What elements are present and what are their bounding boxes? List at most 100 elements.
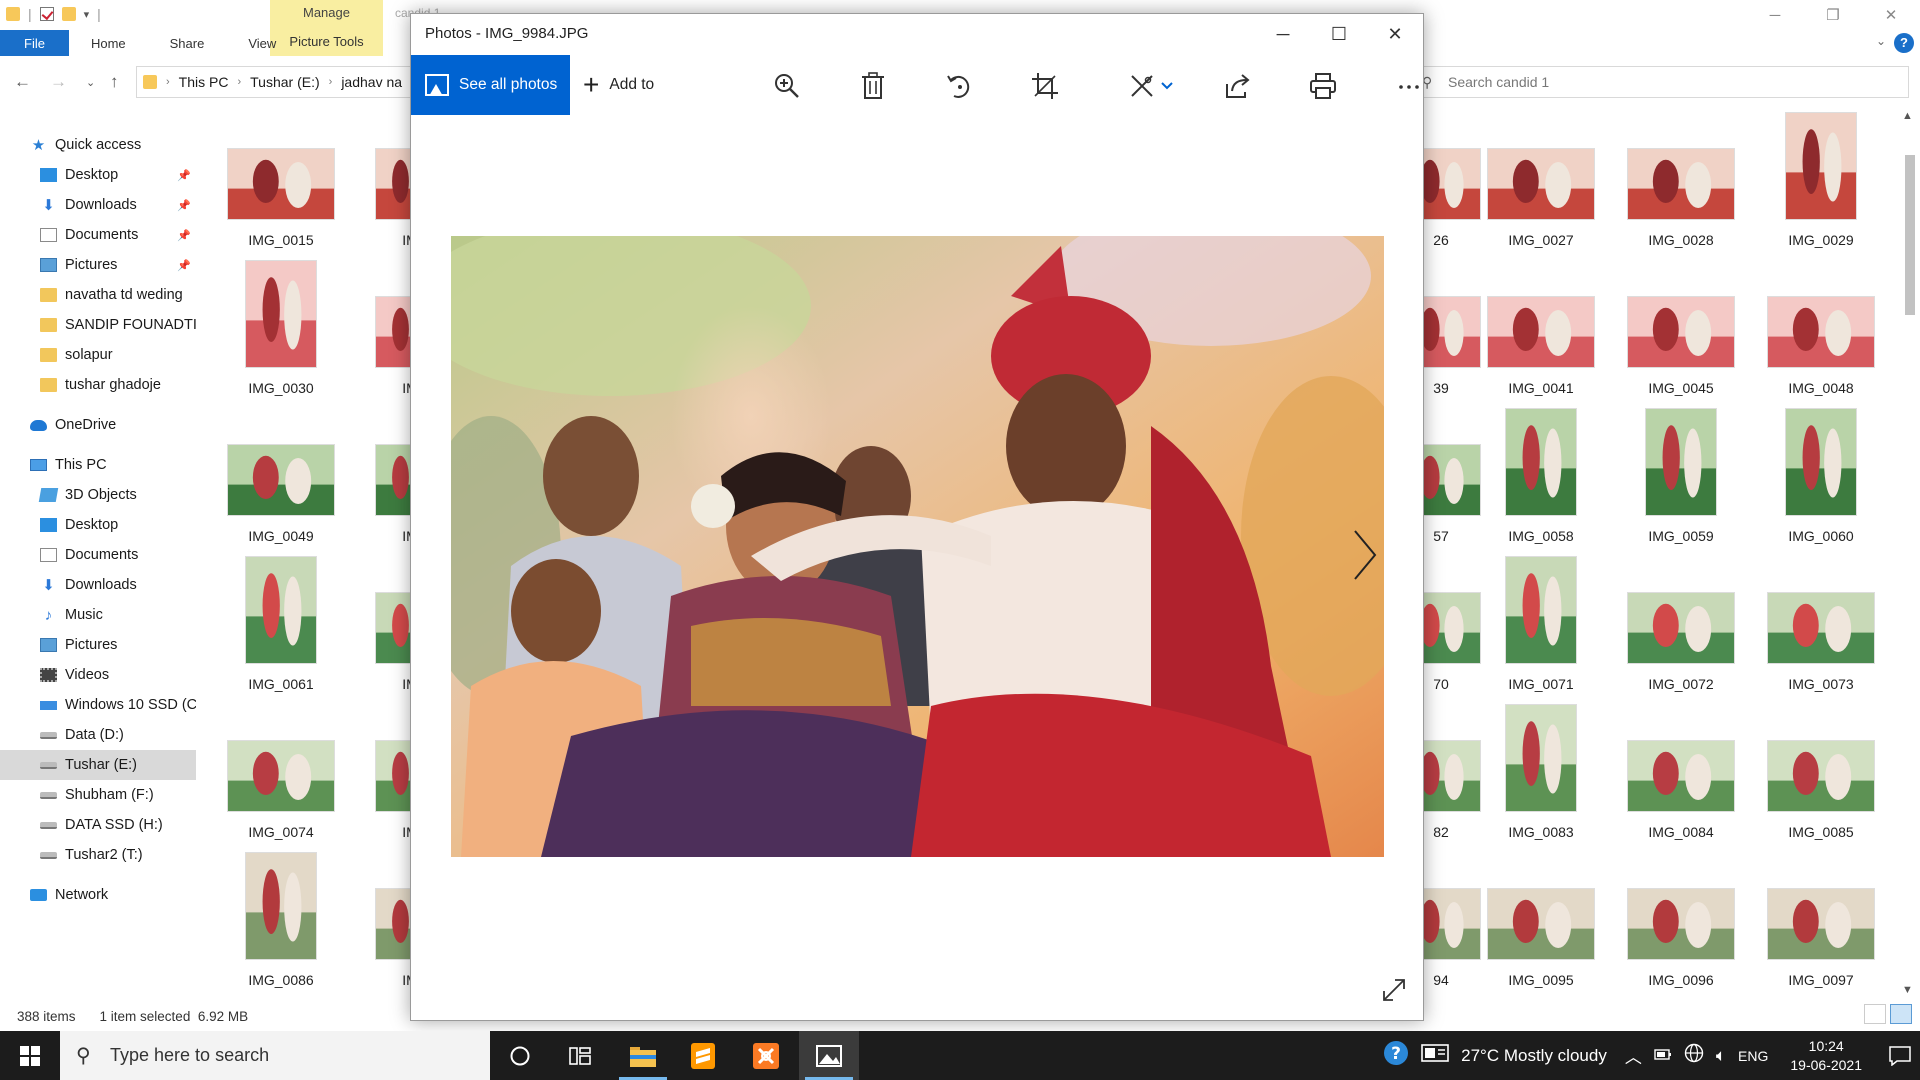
- file-thumbnail[interactable]: IMG_0086: [216, 852, 346, 988]
- file-thumbnail[interactable]: IMG_0071: [1476, 556, 1606, 692]
- tab-share[interactable]: Share: [148, 30, 227, 56]
- nav-pictures[interactable]: Pictures: [0, 630, 196, 660]
- forward-icon[interactable]: →: [50, 72, 67, 92]
- nav-drive-f[interactable]: Shubham (F:): [0, 780, 196, 810]
- nav-qa-tushar-ghadoje[interactable]: tushar ghadoje: [0, 370, 196, 400]
- file-thumbnail[interactable]: IMG_0030: [216, 260, 346, 396]
- search-input[interactable]: ⚲ Search candid 1: [1413, 66, 1909, 98]
- nav-qa-sandip[interactable]: SANDIP FOUNADTI(: [0, 310, 196, 340]
- crop-icon[interactable]: [1030, 71, 1060, 101]
- address-bar[interactable]: › This PC › Tushar (E:) › jadhav na: [136, 66, 416, 98]
- share-icon[interactable]: [1222, 71, 1252, 101]
- delete-icon[interactable]: [858, 71, 888, 101]
- file-thumbnail[interactable]: IMG_0097: [1756, 860, 1886, 988]
- file-thumbnail[interactable]: IMG_0061: [216, 556, 346, 692]
- nav-documents[interactable]: Documents: [0, 540, 196, 570]
- restore-icon[interactable]: ❐: [1804, 0, 1862, 30]
- nav-drive-e[interactable]: Tushar (E:): [0, 750, 196, 780]
- customize-qat-icon[interactable]: ▾: [84, 8, 90, 21]
- file-thumbnail[interactable]: IMG_0060: [1756, 408, 1886, 544]
- task-view-icon[interactable]: [550, 1031, 610, 1080]
- file-thumbnail[interactable]: IMG_0045: [1616, 268, 1746, 396]
- explorer-vertical-scrollbar[interactable]: ▲ ▼: [1900, 110, 1918, 1000]
- file-thumbnail[interactable]: IMG_0073: [1756, 564, 1886, 692]
- large-icons-view-icon[interactable]: [1890, 1004, 1912, 1024]
- tab-file[interactable]: File: [0, 30, 69, 56]
- rotate-icon[interactable]: [944, 71, 974, 101]
- scroll-up-icon[interactable]: ▲: [1902, 110, 1913, 122]
- nav-drive-t[interactable]: Tushar2 (T:): [0, 840, 196, 870]
- close-icon[interactable]: ✕: [1367, 14, 1423, 54]
- add-to-button[interactable]: + Add to: [583, 55, 654, 115]
- breadcrumb-drive[interactable]: Tushar (E:): [250, 74, 320, 90]
- taskbar-search-box[interactable]: ⚲ Type here to search: [60, 1031, 490, 1080]
- photos-taskbar-icon[interactable]: [799, 1031, 859, 1080]
- scroll-down-icon[interactable]: ▼: [1902, 984, 1913, 996]
- help-tips-icon[interactable]: ?: [1383, 1040, 1409, 1071]
- file-thumbnail[interactable]: IMG_0059: [1616, 408, 1746, 544]
- nav-quick-access[interactable]: ★ Quick access: [0, 130, 196, 160]
- back-icon[interactable]: ←: [14, 72, 31, 92]
- file-thumbnail[interactable]: IMG_0095: [1476, 860, 1606, 988]
- nav-qa-desktop[interactable]: Desktop 📌: [0, 160, 196, 190]
- nav-desktop[interactable]: Desktop: [0, 510, 196, 540]
- zoom-in-icon[interactable]: [772, 71, 802, 101]
- language-indicator[interactable]: ENG: [1738, 1048, 1768, 1064]
- file-thumbnail[interactable]: IMG_0029: [1756, 112, 1886, 248]
- file-thumbnail[interactable]: IMG_0028: [1616, 120, 1746, 248]
- file-thumbnail[interactable]: IMG_0096: [1616, 860, 1746, 988]
- clock[interactable]: 10:24 19-06-2021: [1790, 1037, 1862, 1075]
- maximize-icon[interactable]: ☐: [1311, 14, 1367, 54]
- nav-drive-h[interactable]: DATA SSD (H:): [0, 810, 196, 840]
- nav-qa-navatha[interactable]: navatha td weding: [0, 280, 196, 310]
- displayed-photo[interactable]: [451, 236, 1384, 857]
- sublime-text-icon[interactable]: [673, 1031, 733, 1080]
- nav-onedrive[interactable]: OneDrive: [0, 410, 196, 440]
- expand-ribbon-icon[interactable]: ⌄: [1876, 34, 1886, 48]
- breadcrumb-folder[interactable]: jadhav na: [341, 74, 402, 90]
- nav-3d-objects[interactable]: 3D Objects: [0, 480, 196, 510]
- details-view-icon[interactable]: [1864, 1004, 1886, 1024]
- minimize-icon[interactable]: ─: [1255, 14, 1311, 54]
- file-thumbnail[interactable]: IMG_0072: [1616, 564, 1746, 692]
- show-hidden-icons-icon[interactable]: ︿: [1625, 1043, 1642, 1068]
- file-thumbnail[interactable]: IMG_0041: [1476, 268, 1606, 396]
- edit-dropdown-chevron-icon[interactable]: [1159, 71, 1175, 101]
- print-icon[interactable]: [1308, 71, 1338, 101]
- nav-downloads[interactable]: ⬇ Downloads: [0, 570, 196, 600]
- file-thumbnail[interactable]: IMG_0074: [216, 712, 346, 840]
- file-thumbnail[interactable]: IMG_0083: [1476, 704, 1606, 840]
- more-icon[interactable]: [1394, 71, 1424, 101]
- new-folder-icon[interactable]: [61, 7, 76, 21]
- tab-home[interactable]: Home: [69, 30, 148, 56]
- next-photo-chevron-icon[interactable]: [1349, 525, 1379, 585]
- weather-icon[interactable]: [1421, 1043, 1449, 1068]
- breadcrumb-this-pc[interactable]: This PC: [179, 74, 229, 90]
- nav-drive-c[interactable]: Windows 10 SSD (C: [0, 690, 196, 720]
- file-thumbnail[interactable]: IMG_0027: [1476, 120, 1606, 248]
- file-thumbnail[interactable]: IMG_0084: [1616, 712, 1746, 840]
- minimize-icon[interactable]: ─: [1746, 0, 1804, 30]
- nav-network[interactable]: Network: [0, 880, 196, 910]
- folder-icon[interactable]: [6, 7, 20, 21]
- fullscreen-icon[interactable]: [1381, 977, 1407, 1003]
- cortana-icon[interactable]: [490, 1031, 550, 1080]
- file-thumbnail[interactable]: IMG_0048: [1756, 268, 1886, 396]
- nav-qa-downloads[interactable]: ⬇ Downloads 📌: [0, 190, 196, 220]
- nav-this-pc[interactable]: This PC: [0, 450, 196, 480]
- tab-picture-tools[interactable]: Picture Tools: [270, 34, 383, 49]
- nav-videos[interactable]: Videos: [0, 660, 196, 690]
- xampp-icon[interactable]: [736, 1031, 796, 1080]
- volume-icon[interactable]: 🔈︎: [1716, 1046, 1726, 1066]
- file-thumbnail[interactable]: IMG_0049: [216, 416, 346, 544]
- help-icon[interactable]: ?: [1894, 33, 1914, 53]
- properties-icon[interactable]: [39, 7, 54, 21]
- network-globe-icon[interactable]: [1684, 1043, 1704, 1068]
- up-icon[interactable]: ↑: [110, 72, 119, 92]
- nav-qa-pictures[interactable]: Pictures 📌: [0, 250, 196, 280]
- weather-text[interactable]: 27°C Mostly cloudy: [1461, 1046, 1607, 1066]
- edit-icon[interactable]: [1127, 71, 1157, 101]
- scroll-thumb[interactable]: [1905, 155, 1915, 315]
- close-icon[interactable]: ✕: [1862, 0, 1920, 30]
- recent-locations-icon[interactable]: ⌄: [86, 76, 95, 89]
